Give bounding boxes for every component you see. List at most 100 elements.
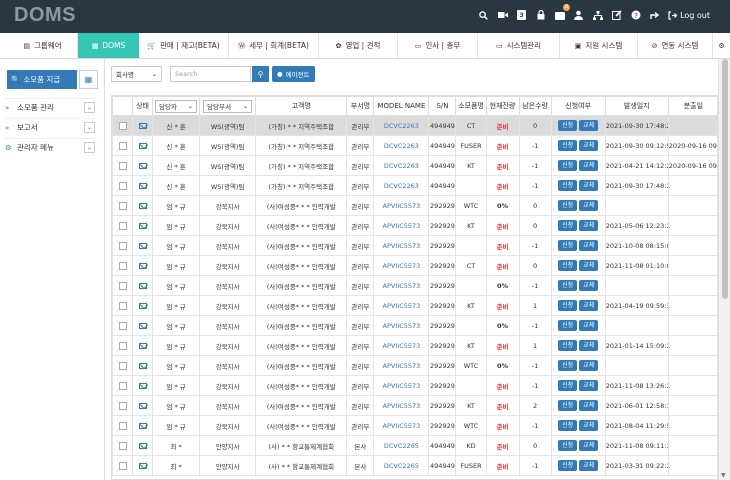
table-row[interactable]: 엄 * 규 강북지사 (사)여성중* * * 인력개발 관리부 APVIIC5573 29… [112, 395, 717, 416]
apply-button[interactable]: 신청 [558, 260, 578, 271]
envelope-icon[interactable] [138, 282, 147, 289]
cell-model[interactable]: APVIIC5573 [373, 395, 430, 416]
apply-button[interactable]: 신청 [558, 360, 578, 371]
tab-integration[interactable]: ⊘ 연동 시스템 [638, 33, 713, 58]
logout-button[interactable]: Log out [668, 11, 710, 20]
apply-button[interactable]: 신청 [558, 240, 578, 251]
row-checkbox[interactable] [118, 441, 127, 450]
dept-filter-select[interactable]: 담당부서 ⌄ [203, 99, 253, 113]
row-checkbox[interactable] [118, 421, 127, 430]
envelope-icon[interactable] [138, 142, 147, 149]
sidebar-item-admin[interactable]: ⚙ 관리자 메뉴 ⌄ [5, 138, 97, 156]
tab-doms[interactable]: ▦ DOMS [78, 33, 139, 58]
row-checkbox[interactable] [118, 161, 127, 170]
chevron-down-icon[interactable]: ⌄ [84, 122, 95, 133]
envelope-icon[interactable] [138, 262, 147, 269]
row-checkbox[interactable] [118, 341, 127, 350]
table-row[interactable]: 신 * 훈 WS(광역)팀 (가칭) * * 지역주택조합 관리부 DCVC2263 49… [112, 135, 717, 156]
envelope-icon[interactable] [138, 302, 147, 309]
apply-button[interactable]: 신청 [558, 340, 578, 351]
apply-button[interactable]: 신청 [558, 160, 578, 171]
envelope-icon[interactable] [138, 402, 147, 409]
replace-button[interactable]: 교체 [579, 120, 599, 131]
envelope-icon[interactable] [138, 202, 147, 209]
table-row[interactable]: 엄 * 규 강북지사 (사)여성중* * * 인력개발 관리부 APVIIC5573 29… [112, 255, 717, 276]
manager-filter-select[interactable]: 담당자 ⌄ [155, 99, 198, 113]
cell-model[interactable]: DCVC2263 [373, 115, 430, 136]
apply-button[interactable]: 신청 [558, 300, 578, 311]
apply-button[interactable]: 신청 [558, 440, 578, 451]
cell-model[interactable]: APVIIC5573 [373, 275, 430, 296]
lock-icon[interactable] [535, 9, 546, 21]
replace-button[interactable]: 교체 [579, 240, 599, 251]
row-checkbox[interactable] [118, 261, 127, 270]
envelope-icon[interactable] [138, 382, 147, 389]
table-row[interactable]: 엄 * 규 강북지사 (사)여성중* * * 인력개발 관리부 APVIIC5573 29… [112, 275, 717, 296]
tab-tax[interactable]: Ⓦ 세무 | 회계(BETA) [229, 33, 319, 58]
cell-model[interactable]: APVIIC5573 [373, 215, 430, 236]
notification-icon[interactable]: 0 [554, 4, 571, 21]
cell-model[interactable]: APVIIC5573 [373, 335, 430, 356]
envelope-icon[interactable] [138, 222, 147, 229]
cell-model[interactable]: DCVC2263 [373, 175, 430, 196]
apply-button[interactable]: 신청 [558, 320, 578, 331]
replace-button[interactable]: 교체 [579, 160, 599, 171]
replace-button[interactable]: 교체 [579, 180, 599, 191]
cell-model[interactable]: DCVC2265 [373, 435, 430, 456]
table-row[interactable]: 엄 * 규 강북지사 (사)여성중* * * 인력개발 관리부 APVIIC5573 29… [112, 195, 717, 216]
replace-button[interactable]: 교체 [579, 440, 599, 451]
row-checkbox[interactable] [118, 381, 127, 390]
apply-button[interactable]: 신청 [558, 220, 578, 231]
cell-model[interactable]: APVIIC5573 [373, 375, 430, 396]
apply-button[interactable]: 신청 [558, 140, 578, 151]
row-checkbox[interactable] [118, 241, 127, 250]
envelope-icon[interactable] [138, 122, 147, 129]
cell-model[interactable]: DCVC2263 [373, 155, 430, 176]
replace-button[interactable]: 교체 [579, 260, 599, 271]
sidebar-item-reports[interactable]: » 보고서 ⌄ [5, 118, 97, 136]
replace-button[interactable]: 교체 [579, 300, 599, 311]
row-checkbox[interactable] [118, 461, 127, 470]
envelope-icon[interactable] [138, 422, 147, 429]
mail-count-icon[interactable]: 3 [516, 9, 527, 21]
user-lock-icon[interactable] [573, 9, 584, 21]
vertical-scrollbar[interactable] [718, 59, 730, 480]
edit-icon[interactable] [611, 9, 622, 21]
replace-button[interactable]: 교체 [579, 380, 599, 391]
table-row[interactable]: 엄 * 규 강북지사 (사)여성중* * * 인력개발 관리부 APVIIC5573 29… [112, 235, 717, 256]
replace-button[interactable]: 교체 [579, 360, 599, 371]
apply-button[interactable]: 신청 [558, 460, 578, 471]
apply-button[interactable]: 신청 [558, 200, 578, 211]
envelope-icon[interactable] [138, 322, 147, 329]
company-select[interactable]: 회사명 ⌄ [111, 66, 162, 82]
cell-model[interactable]: APVIIC5573 [373, 295, 430, 316]
row-checkbox[interactable] [118, 401, 127, 410]
settings-button[interactable]: ⚙ [713, 33, 730, 58]
chevron-down-icon[interactable]: ⌄ [84, 102, 95, 113]
envelope-icon[interactable] [138, 242, 147, 249]
table-row[interactable]: 엄 * 규 강북지사 (사)여성중* * * 인력개발 관리부 APVIIC5573 29… [112, 215, 717, 236]
table-row[interactable]: 최 * 안양지사 (사) * * 항교통제계협회 본사 DCVC2265 494949 FU… [112, 455, 717, 476]
cell-model[interactable]: DCVC2265 [373, 455, 430, 476]
tab-business[interactable]: ✿ 영업 | 견적 [319, 33, 398, 58]
row-checkbox[interactable] [118, 121, 127, 130]
replace-button[interactable]: 교체 [579, 340, 599, 351]
table-row[interactable]: 엄 * 규 강북지사 (사)여성중* * * 인력개발 관리부 APVIIC5573 29… [112, 355, 717, 376]
tab-hr[interactable]: ▭ 인사 | 총무 [398, 33, 478, 58]
envelope-icon[interactable] [138, 462, 147, 469]
row-checkbox[interactable] [118, 221, 127, 230]
envelope-icon[interactable] [138, 442, 147, 449]
sitemap-icon[interactable] [592, 9, 603, 21]
cell-model[interactable]: APVIIC5573 [373, 235, 430, 256]
replace-button[interactable]: 교체 [579, 460, 599, 471]
tab-groupware[interactable]: ▤ 그룹웨어 [8, 33, 78, 58]
sidebar-title[interactable]: 🔍 소모품 지급 [7, 70, 77, 89]
table-row[interactable]: 신 * 훈 WS(광역)팀 (가칭) * * 지역주택조합 관리부 DCVC2263 49… [112, 115, 717, 136]
replace-button[interactable]: 교체 [579, 420, 599, 431]
table-row[interactable]: 엄 * 규 강북지사 (사)여성중* * * 인력개발 관리부 APVIIC5573 29… [112, 295, 717, 316]
tab-sales[interactable]: 🛒 판매 | 재고(BETA) [139, 33, 229, 58]
apply-button[interactable]: 신청 [558, 120, 578, 131]
envelope-icon[interactable] [138, 362, 147, 369]
row-checkbox[interactable] [118, 281, 127, 290]
app-logo[interactable]: DOMS [14, 4, 76, 27]
